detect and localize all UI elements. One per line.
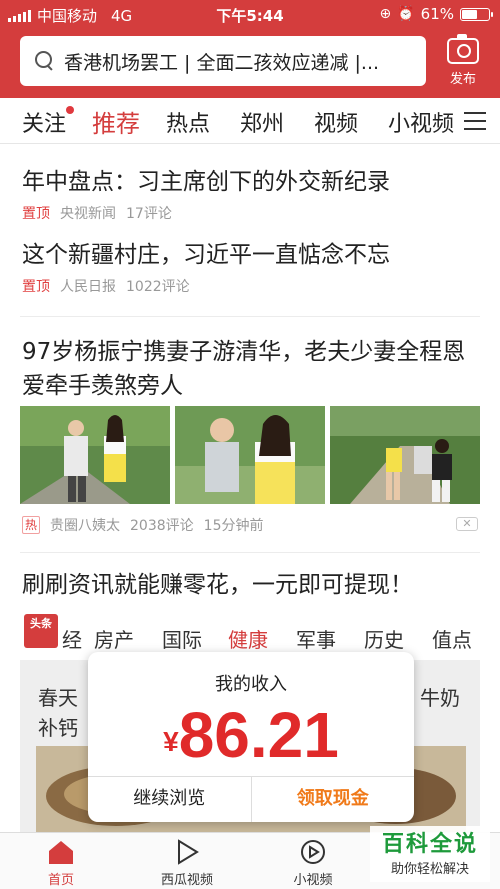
publish-button[interactable]: 发布 [440,34,486,92]
ad-text: 春天 [38,686,78,710]
ad-nav-item: 国际 [162,628,202,652]
news-thumbnail[interactable] [20,406,170,504]
channel-menu-icon[interactable] [464,112,486,130]
ad-nav-item: 健康 [228,628,268,652]
small-video-icon [268,837,358,867]
nav-label: 小视频 [293,873,333,888]
comment-count: 1022评论 [126,279,190,295]
nav-label: 首页 [47,873,74,888]
ad-nav-item: 历史 [364,628,404,652]
watermark-subtitle: 助你轻松解决 [390,862,469,877]
news-thumbnail[interactable] [175,406,325,504]
tab-follow[interactable]: 关注 [22,106,75,138]
nav-home[interactable]: 首页 [16,837,106,888]
news-meta: 置顶 央视新闻 17评论 [22,203,172,223]
battery-percent: 61% [420,5,454,23]
nav-small-video[interactable]: 小视频 [268,837,358,888]
publish-time: 15分钟前 [203,518,264,534]
header-bar: 中国移动 4G 下午5:44 ⊕ ⏰ 61% 香港机场罢工 | 全面二孩效应递减… [0,0,500,98]
status-bar: 中国移动 4G 下午5:44 ⊕ ⏰ 61% [0,0,500,28]
ad-title[interactable]: 刷刷资讯就能赚零花，一元即可提现！ [22,568,482,602]
popup-title: 我的收入 [215,674,287,695]
ad-text: 补钙 [38,716,78,740]
news-title[interactable]: 97岁杨振宁携妻子游清华，老夫少妻全程恩爱牵手羡煞旁人 [22,335,478,403]
news-meta: 热 贵圈八姨太 2038评论 15分钟前 [22,515,263,535]
search-hint: 香港机场罢工 | 全面二孩效应递减 |... [64,51,380,74]
news-title[interactable]: 年中盘点：习主席创下的外交新纪录 [22,165,482,199]
ad-nav-item: 经 [62,628,82,652]
news-source: 人民日报 [60,279,116,295]
news-source: 贵圈八姨太 [50,518,121,534]
battery-icon [460,7,493,21]
nav-xigua-video[interactable]: 西瓜视频 [142,837,232,888]
comment-count: 17评论 [126,206,172,222]
income-amount: ¥86.21 [88,698,414,772]
claim-cash-button[interactable]: 领取现金 [252,777,415,822]
continue-browsing-button[interactable]: 继续浏览 [88,777,252,822]
ad-nav-item: 值点 [432,628,472,652]
ad-nav-item: 房产 [94,628,134,652]
divider [20,552,480,553]
tab-zhengzhou[interactable]: 郑州 [240,106,284,138]
search-bar[interactable]: 香港机场罢工 | 全面二孩效应递减 |... [20,36,426,86]
divider [20,316,480,317]
home-icon [16,837,106,867]
hot-tag: 热 [22,516,41,534]
nav-label: 西瓜视频 [160,873,213,888]
channel-tabs: 关注 推荐 热点 郑州 视频 小视频 [0,98,500,144]
news-thumbnail[interactable] [330,406,480,504]
alarm-icon: ⏰ [397,6,415,22]
toutiao-logo: 头条 [24,614,58,648]
tab-video[interactable]: 视频 [314,106,358,138]
dismiss-button[interactable]: ✕ [456,517,478,531]
ad-nav-item: 军事 [296,628,336,652]
currency-symbol: ¥ [163,726,179,757]
tab-small-video[interactable]: 小视频 [388,106,454,138]
news-title[interactable]: 这个新疆村庄，习近平一直惦念不忘 [22,238,482,272]
rotation-lock-icon: ⊕ [379,6,392,22]
income-popup: 我的收入 ¥86.21 继续浏览 领取现金 [88,652,414,822]
tab-recommend[interactable]: 推荐 [92,104,140,139]
amount-value: 86.21 [178,699,339,771]
news-meta: 置顶 人民日报 1022评论 [22,276,190,296]
comment-count: 2038评论 [130,518,194,534]
play-icon [142,837,232,867]
watermark-title: 百科全说 [381,832,478,857]
watermark: 百科全说 助你轻松解决 [370,826,490,882]
ad-text: 牛奶 [420,686,460,710]
camera-icon [447,34,479,64]
pinned-tag: 置顶 [22,206,50,222]
pinned-tag: 置顶 [22,279,50,295]
tab-hot[interactable]: 热点 [166,106,210,138]
search-icon [34,50,56,72]
publish-label: 发布 [449,72,476,87]
news-source: 央视新闻 [60,206,116,222]
unread-dot [66,106,75,114]
